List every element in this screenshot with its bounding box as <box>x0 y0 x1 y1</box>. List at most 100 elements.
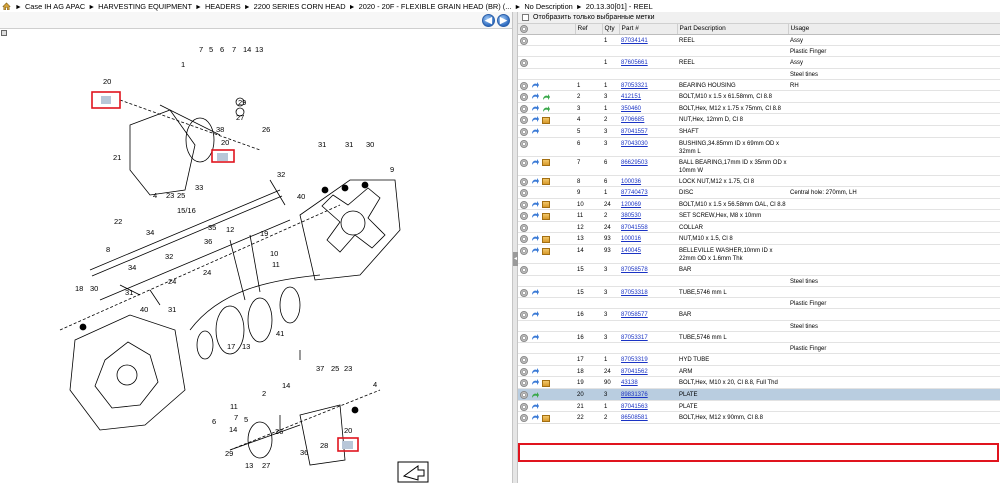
blue-arrow-icon[interactable] <box>531 367 539 376</box>
callout-number[interactable]: 6 <box>220 45 224 54</box>
row-part-number[interactable]: 87740473 <box>619 186 677 199</box>
info-gear-icon[interactable] <box>520 139 528 148</box>
callout-number[interactable]: 21 <box>113 153 121 162</box>
breadcrumb-item[interactable]: No Description <box>524 2 572 11</box>
row-part-number[interactable] <box>619 68 677 80</box>
callout-number[interactable]: 12 <box>226 225 234 234</box>
callout-number[interactable]: 4 <box>153 191 157 200</box>
callout-number[interactable]: 11 <box>272 260 280 269</box>
row-part-number[interactable]: 87034141 <box>619 34 677 47</box>
callout-number[interactable]: 13 <box>242 342 250 351</box>
callout-number[interactable]: 26 <box>262 125 270 134</box>
column-header-description[interactable]: Part Description <box>677 24 789 35</box>
callout-number[interactable]: 14 <box>229 425 237 434</box>
column-header-qty[interactable]: Qty <box>602 24 620 35</box>
table-row[interactable]: Plastic Finger <box>518 342 1000 355</box>
callout-number[interactable]: 31 <box>345 140 353 149</box>
info-gear-icon[interactable] <box>520 116 528 125</box>
callout-number[interactable]: 8 <box>106 245 110 254</box>
blue-arrow-icon[interactable] <box>531 311 539 319</box>
row-part-number[interactable]: 100016 <box>619 232 677 245</box>
blue-arrow-icon[interactable] <box>531 81 539 90</box>
row-part-number[interactable]: 87041557 <box>619 125 677 138</box>
next-page-icon[interactable] <box>397 461 429 483</box>
callout-number[interactable]: 36 <box>300 448 308 457</box>
callout-number[interactable]: 32 <box>277 170 285 179</box>
row-part-number[interactable]: 87043030 <box>619 137 677 157</box>
blue-arrow-icon[interactable] <box>531 158 539 167</box>
green-arrow-icon[interactable] <box>531 391 539 399</box>
row-part-number[interactable]: 87053321 <box>619 79 677 92</box>
callout-number[interactable]: 26 <box>275 427 283 436</box>
package-icon[interactable] <box>542 201 550 209</box>
callout-number[interactable]: 23 <box>166 191 174 200</box>
row-part-number[interactable]: 87058578 <box>619 263 677 276</box>
info-gear-icon[interactable] <box>520 189 528 198</box>
info-gear-icon[interactable] <box>520 177 528 186</box>
table-row[interactable]: 8 6 100036 LOCK NUT,M12 x 1.75, Cl 8 <box>518 175 1000 188</box>
column-header-usage[interactable]: Usage <box>788 24 1000 35</box>
blue-arrow-icon[interactable] <box>531 402 539 411</box>
row-part-number[interactable]: 87053317 <box>619 331 677 344</box>
info-gear-icon[interactable] <box>520 223 528 232</box>
breadcrumb-item[interactable]: HARVESTING EQUIPMENT <box>98 2 192 11</box>
info-gear-icon[interactable] <box>520 212 528 221</box>
row-part-number[interactable]: 87058577 <box>619 308 677 321</box>
table-row[interactable]: 10 24 120069 BOLT,M10 x 1.5 x 56.58mm OAL, … <box>518 198 1000 211</box>
back-arrow-icon[interactable]: ◀ <box>482 14 495 27</box>
table-row[interactable]: Plastic Finger <box>518 45 1000 58</box>
table-row[interactable]: 22 2 86508581 BOLT,Hex, M12 x 90mm, Cl 8.8 <box>518 411 1000 424</box>
info-gear-icon[interactable] <box>520 333 528 342</box>
callout-number[interactable]: 24 <box>203 268 211 277</box>
callout-number[interactable]: 36 <box>204 237 212 246</box>
callout-number[interactable]: 2 <box>262 389 266 398</box>
callout-number[interactable]: 7 <box>232 45 236 54</box>
table-row[interactable]: 14 93 140045 BELLEVILLE WASHER,10mm ID x 22… <box>518 244 1000 265</box>
callout-number[interactable]: 34 <box>128 263 136 272</box>
home-icon[interactable] <box>2 2 11 10</box>
table-row[interactable]: Plastic Finger <box>518 297 1000 310</box>
callout-number[interactable]: 25 <box>331 364 339 373</box>
row-part-number[interactable]: 87041563 <box>619 400 677 413</box>
callout-number[interactable]: 18 <box>75 284 83 293</box>
package-icon[interactable] <box>542 212 550 220</box>
row-part-number[interactable]: 412151 <box>619 90 677 103</box>
callout-number[interactable]: 20 <box>221 138 229 147</box>
info-gear-icon[interactable] <box>520 311 528 320</box>
row-part-number[interactable]: 87041558 <box>619 221 677 234</box>
breadcrumb-item[interactable]: 20.13.30[01] - REEL <box>586 2 653 11</box>
row-part-number[interactable] <box>619 275 677 287</box>
column-header-part-number[interactable]: Part # <box>619 24 678 35</box>
callout-number[interactable]: 29 <box>238 98 246 107</box>
callout-number[interactable]: 22 <box>114 217 122 226</box>
package-icon[interactable] <box>542 159 550 167</box>
blue-arrow-icon[interactable] <box>531 116 539 124</box>
callout-number[interactable]: 37 <box>316 364 324 373</box>
callout-number[interactable]: 25 <box>177 191 185 200</box>
info-gear-icon[interactable] <box>520 200 528 209</box>
info-gear-icon[interactable] <box>520 266 528 275</box>
row-part-number[interactable]: 43138 <box>619 376 677 390</box>
table-row[interactable]: 1 87605661 REEL Assy <box>518 56 1000 69</box>
callout-number[interactable]: 30 <box>90 284 98 293</box>
row-part-number[interactable]: 86508581 <box>619 411 677 424</box>
blue-arrow-icon[interactable] <box>531 235 539 243</box>
exploded-parts-diagram[interactable]: 7 5 6 7 14 131202927263820214 23 25332231 31 3093… <box>0 30 512 483</box>
row-part-number[interactable]: 350460 <box>619 102 677 115</box>
callout-number[interactable]: 13 <box>255 45 263 54</box>
row-part-number[interactable]: 9706685 <box>619 113 677 126</box>
table-row[interactable]: 15 3 87058578 BAR <box>518 263 1000 276</box>
callout-number[interactable]: 32 <box>165 252 173 261</box>
callout-number[interactable]: 23 <box>344 364 352 373</box>
info-gear-icon[interactable] <box>520 288 528 297</box>
callout-number[interactable]: 5 <box>244 415 248 424</box>
info-gear-icon[interactable] <box>520 391 528 400</box>
column-header-icons[interactable] <box>518 24 576 35</box>
callout-number[interactable]: 31 <box>125 288 133 297</box>
callout-number[interactable]: 9 <box>390 165 394 174</box>
column-header-ref[interactable]: Ref <box>575 24 603 35</box>
green-arrow-icon[interactable] <box>542 93 550 101</box>
table-row[interactable]: 20 3 89831376 PLATE <box>518 388 1000 401</box>
callout-number[interactable]: 24 <box>168 277 176 286</box>
row-part-number[interactable]: 87053318 <box>619 286 677 299</box>
